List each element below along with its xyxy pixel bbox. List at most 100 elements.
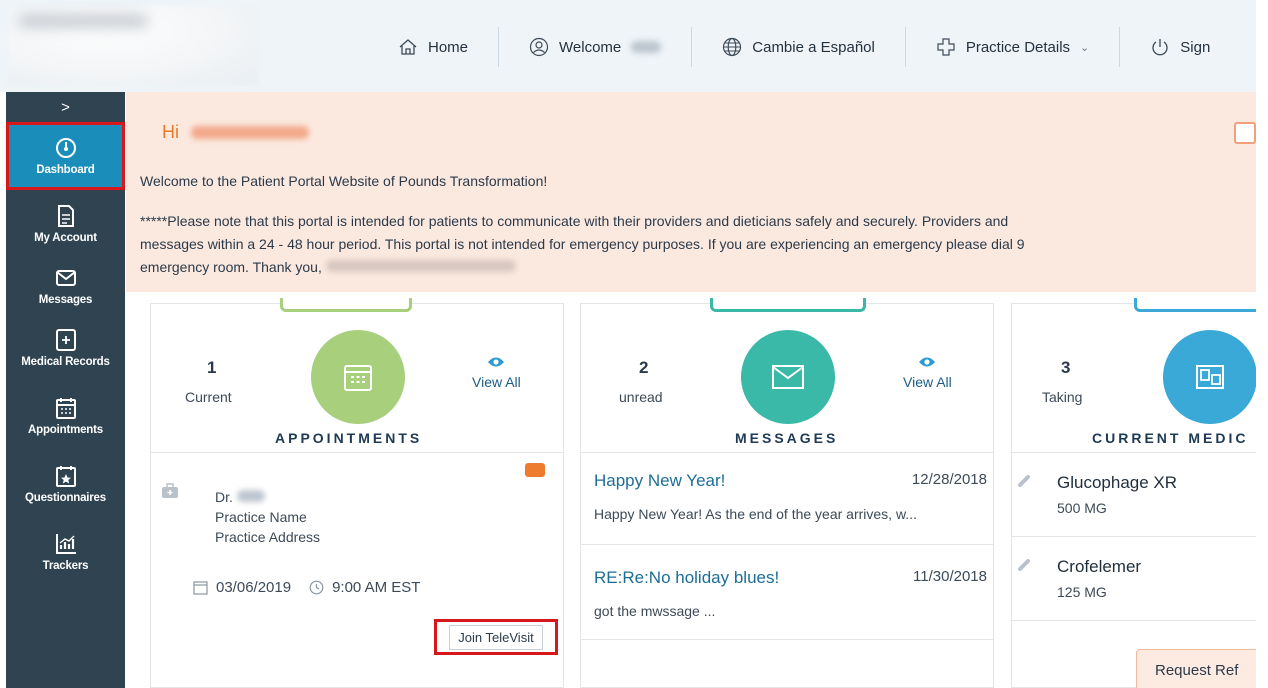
top-bar: Home Welcome Cambie a Español Practice D… xyxy=(0,0,1268,92)
globe-icon xyxy=(722,37,742,57)
televisit-icon xyxy=(525,463,545,477)
sidebar-item-dashboard[interactable]: Dashboard xyxy=(6,122,125,190)
medications-circle[interactable] xyxy=(1163,330,1257,424)
join-televisit-highlight: Join TeleVisit xyxy=(434,619,558,655)
card-tab xyxy=(1134,298,1268,312)
medication-name: Crofelemer xyxy=(1057,557,1142,576)
greeting-label: Hi xyxy=(162,122,179,142)
appointment-time: 9:00 AM EST xyxy=(332,579,421,596)
medications-sub: Taking xyxy=(1042,389,1083,405)
sidebar-toggle[interactable]: > xyxy=(6,92,125,122)
medical-cross-icon xyxy=(936,37,956,57)
doctor-prefix: Dr. xyxy=(215,489,233,505)
messages-sub: unread xyxy=(619,389,663,405)
view-all-label: View All xyxy=(472,374,521,390)
sidebar-item-label: Questionnaires xyxy=(25,492,106,504)
request-refill-button[interactable]: Request Ref xyxy=(1136,649,1266,688)
sidebar: > Dashboard My Account Messages Medical … xyxy=(6,92,125,688)
medications-count: 3 xyxy=(1061,358,1071,377)
dashboard-icon xyxy=(55,136,77,160)
appointments-card: 1 Current View All APPOINTMENTS Dr. Prac… xyxy=(150,298,564,688)
sidebar-item-label: Dashboard xyxy=(36,164,95,176)
account-icon xyxy=(55,204,77,228)
chevron-down-icon: ⌄ xyxy=(1080,41,1090,54)
card-tab xyxy=(280,298,412,312)
nav-welcome[interactable]: Welcome xyxy=(499,22,691,72)
patient-name-redacted xyxy=(191,126,309,139)
doctor-name: Dr. xyxy=(215,487,320,507)
nav-language-label: Cambie a Español xyxy=(752,38,875,56)
pill-icon xyxy=(1018,559,1030,571)
appointments-view-all[interactable]: View All xyxy=(472,356,521,390)
practice-address: Practice Address xyxy=(215,529,321,545)
sidebar-item-messages[interactable]: Messages xyxy=(6,258,125,314)
sidebar-item-medical-records[interactable]: Medical Records xyxy=(6,314,125,382)
messages-title: MESSAGES xyxy=(735,430,839,446)
portal-notice: *****Please note that this portal is int… xyxy=(140,210,1265,279)
nav-home[interactable]: Home xyxy=(368,22,498,72)
message-preview: Happy New Year! As the end of the year a… xyxy=(594,506,917,522)
messages-count: 2 xyxy=(639,358,649,377)
calendar-icon xyxy=(344,365,372,391)
doctor-name-redacted xyxy=(236,490,265,502)
user-icon xyxy=(529,37,549,57)
appointment-date: 03/06/2019 xyxy=(216,579,292,596)
sidebar-item-label: Messages xyxy=(38,294,93,306)
message-subject[interactable]: RE:Re:No holiday blues! xyxy=(594,568,779,588)
doctor-bag-icon xyxy=(161,483,179,504)
messages-circle[interactable] xyxy=(741,330,835,424)
sidebar-item-appointments[interactable]: Appointments xyxy=(6,382,125,450)
message-preview: got the mwssage ... xyxy=(594,603,716,619)
appointments-title: APPOINTMENTS xyxy=(275,430,423,446)
notice-line-text: emergency room. Thank you, xyxy=(140,259,322,275)
appointment-item: Dr. Practice Name Practice Address 03/06… xyxy=(151,453,563,687)
calendar-icon xyxy=(193,581,208,595)
medications-card: 3 Taking CURRENT MEDIC Glucophage XR 500… xyxy=(1011,298,1268,688)
appointments-count: 1 xyxy=(207,358,217,377)
medications-title: CURRENT MEDIC xyxy=(1092,430,1249,446)
nav-signout[interactable]: Sign xyxy=(1120,22,1240,72)
right-edge xyxy=(1256,0,1268,688)
envelope-icon xyxy=(55,266,77,290)
expand-icon[interactable] xyxy=(1234,122,1256,144)
practice-name-redacted xyxy=(325,260,516,272)
pill-icon xyxy=(1018,475,1030,487)
power-icon xyxy=(1150,37,1170,57)
messages-card: 2 unread View All MESSAGES Happy New Yea… xyxy=(580,298,994,688)
message-item[interactable]: RE:Re:No holiday blues! 11/30/2018 got t… xyxy=(581,552,993,640)
calendar-icon xyxy=(55,396,77,420)
messages-view-all[interactable]: View All xyxy=(903,356,952,390)
appointments-circle[interactable] xyxy=(311,330,405,424)
sidebar-item-label: My Account xyxy=(34,232,97,244)
medication-item: Crofelemer 125 MG xyxy=(1012,537,1268,621)
practice-name: Practice Name xyxy=(215,509,307,525)
nav-practice-details[interactable]: Practice Details ⌄ xyxy=(906,22,1119,72)
sidebar-item-questionnaires[interactable]: Questionnaires xyxy=(6,450,125,518)
sidebar-item-my-account[interactable]: My Account xyxy=(6,190,125,258)
join-televisit-button[interactable]: Join TeleVisit xyxy=(449,624,543,650)
pharmacy-icon xyxy=(1196,365,1224,389)
sidebar-item-trackers[interactable]: Trackers xyxy=(6,518,125,586)
medication-dose: 125 MG xyxy=(1057,584,1107,600)
message-subject[interactable]: Happy New Year! xyxy=(594,471,725,491)
doctor-info: Dr. Practice Name Practice Address xyxy=(215,487,320,547)
eye-icon xyxy=(919,357,936,367)
medication-name: Glucophage XR xyxy=(1057,473,1178,492)
nav-practice-label: Practice Details xyxy=(965,38,1071,56)
nav-language[interactable]: Cambie a Español xyxy=(692,22,905,72)
message-item[interactable]: Happy New Year! 12/28/2018 Happy New Yea… xyxy=(581,453,993,545)
notice-line: emergency room. Thank you, xyxy=(140,256,1265,279)
chart-icon xyxy=(55,532,77,556)
eye-icon xyxy=(488,357,505,367)
sidebar-item-label: Appointments xyxy=(28,424,103,436)
user-name-redacted xyxy=(631,41,662,53)
medication-item: Glucophage XR 500 MG xyxy=(1012,453,1268,537)
card-tab xyxy=(710,298,866,312)
greeting: Hi xyxy=(162,122,309,143)
practice-logo xyxy=(8,6,258,86)
nav-welcome-label: Welcome xyxy=(559,38,622,56)
nav-signout-label: Sign xyxy=(1180,38,1211,56)
medication-dose: 500 MG xyxy=(1057,500,1107,516)
message-date: 12/28/2018 xyxy=(911,471,987,488)
records-icon xyxy=(55,328,77,352)
